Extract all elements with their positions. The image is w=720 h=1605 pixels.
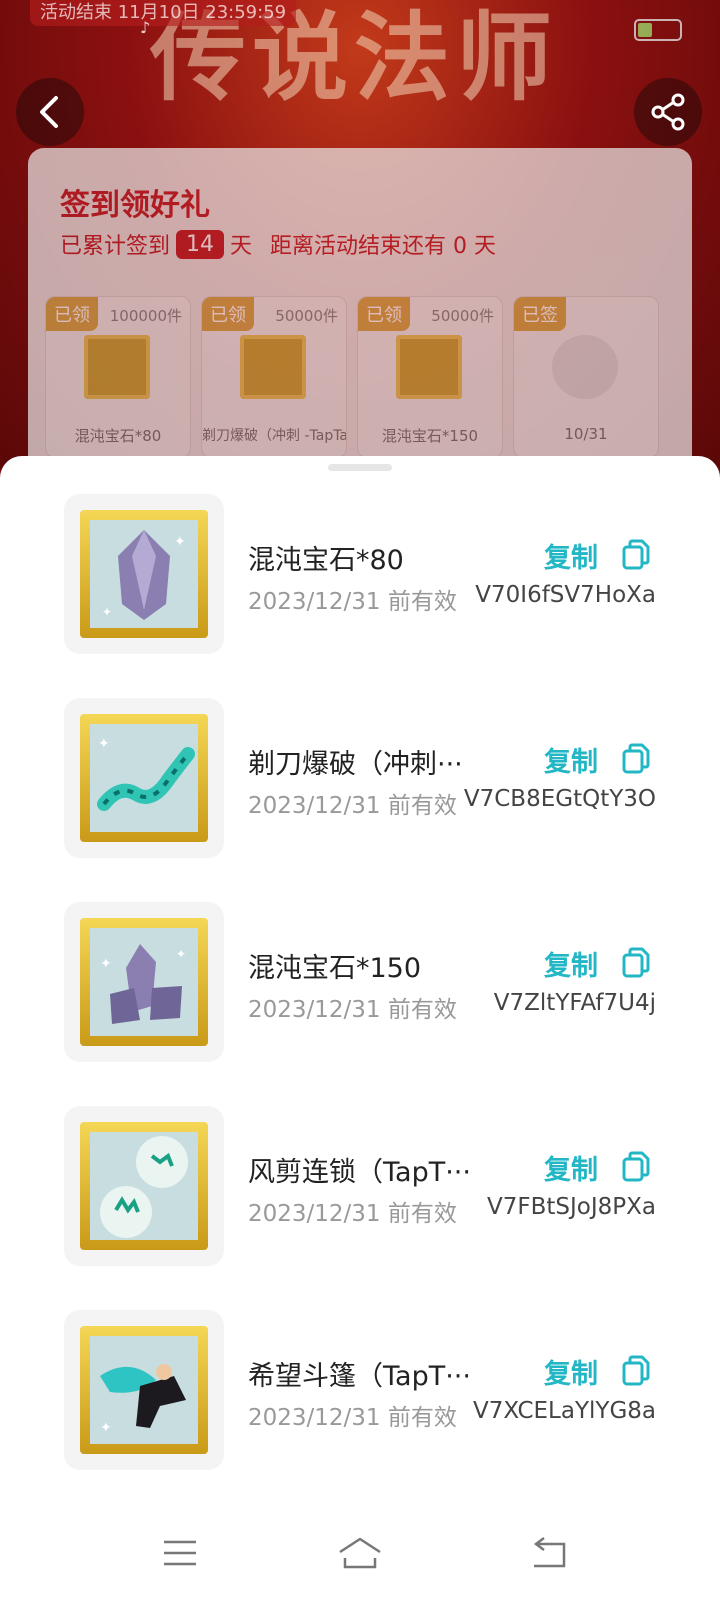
copy-icon[interactable] xyxy=(620,1354,652,1386)
checkin-day-unit: 天 xyxy=(230,234,253,259)
reward-count: 50000件 xyxy=(275,307,338,325)
sheet-drag-handle[interactable] xyxy=(328,464,392,471)
wind-shear-icon xyxy=(100,1136,188,1238)
checkin-title: 签到领好礼 xyxy=(60,188,210,223)
razor-blast-icon xyxy=(240,335,306,399)
back-icon xyxy=(40,96,58,128)
item-name: 混沌宝石*150 xyxy=(248,953,422,984)
svg-text:✦: ✦ xyxy=(102,605,112,619)
reward-card[interactable]: 已领 100000件 混沌宝石*80 xyxy=(45,296,191,458)
chaos-gem-icon: ✦ ✦ xyxy=(102,530,186,620)
hope-cloak-icon: ✦ xyxy=(100,1364,186,1436)
chaos-gem-cluster-icon xyxy=(396,335,462,399)
code-row: ✦ ✦ 混沌宝石*150 复制 2023/12/31 前有效 V7ZltYFAf… xyxy=(0,902,720,1062)
back-nav-button[interactable] xyxy=(520,1530,580,1576)
checkin-prefix: 已累计签到 xyxy=(60,234,171,259)
reward-card[interactable]: 已领 50000件 混沌宝石*150 xyxy=(357,296,503,458)
reward-tag: 已领 xyxy=(46,297,98,331)
expiry-text: 2023/12/31 前有效 xyxy=(248,1405,457,1431)
item-name: 混沌宝石*80 xyxy=(248,545,404,576)
copy-button[interactable]: 复制 xyxy=(544,1148,598,1187)
svg-text:✦: ✦ xyxy=(100,956,112,972)
expiry-text: 2023/12/31 前有效 xyxy=(248,997,457,1023)
copy-icon[interactable] xyxy=(620,742,652,774)
reward-date: 10/31 xyxy=(564,425,608,443)
expiry-text: 2023/12/31 前有效 xyxy=(248,589,457,615)
share-button[interactable] xyxy=(634,78,702,146)
redeem-code: V7XCELaYlYG8a xyxy=(473,1398,656,1424)
item-thumbnail xyxy=(64,1106,224,1266)
reward-count: 100000件 xyxy=(109,307,182,325)
menu-icon xyxy=(164,1540,196,1566)
item-thumbnail: ✦ ✦ xyxy=(64,494,224,654)
redeem-code: V7FBtSJoJ8PXa xyxy=(487,1194,656,1220)
chaos-gem-cluster-icon: ✦ ✦ xyxy=(100,944,186,1024)
item-name: 风剪连锁（TapT··· xyxy=(248,1157,471,1188)
home-button[interactable] xyxy=(330,1530,390,1576)
locked-reward-icon xyxy=(552,335,618,399)
reward-name: 混沌宝石*80 xyxy=(74,427,162,445)
svg-text:✦: ✦ xyxy=(174,534,186,550)
checkin-summary: 已累计签到 14 天 距离活动结束还有 0 天 xyxy=(60,228,496,260)
expiry-text: 2023/12/31 前有效 xyxy=(248,1201,457,1227)
copy-button[interactable]: 复制 xyxy=(544,536,598,575)
item-thumbnail: ✦ xyxy=(64,698,224,858)
code-row: ✦ 剃刀爆破（冲刺··· 复制 2023/12/31 前有效 V7CB8EGtQ… xyxy=(0,698,720,858)
menu-button[interactable] xyxy=(150,1530,210,1576)
svg-text:✦: ✦ xyxy=(100,1420,112,1436)
back-nav-icon xyxy=(533,1537,566,1568)
event-end-countdown: 活动结束 11月10日 23:59:59 xyxy=(30,0,297,26)
svg-text:✦: ✦ xyxy=(176,947,186,961)
reward-card[interactable]: 已领 50000件 剃刀爆破（冲刺 -TapTap联动… xyxy=(201,296,347,458)
copy-icon[interactable] xyxy=(620,1150,652,1182)
copy-icon[interactable] xyxy=(620,538,652,570)
code-row: ✦ ✦ 混沌宝石*80 复制 2023/12/31 前有效 V70I6fSV7H… xyxy=(0,494,720,654)
redeem-code: V7CB8EGtQtY3O xyxy=(463,786,656,812)
reward-name: 剃刀爆破（冲刺 -TapTap联动… xyxy=(202,428,346,444)
share-icon xyxy=(651,93,685,131)
copy-icon[interactable] xyxy=(620,946,652,978)
item-thumbnail: ✦ ✦ xyxy=(64,902,224,1062)
code-row: ✦ 希望斗篷（TapT··· 复制 2023/12/31 前有效 V7XCELa… xyxy=(0,1310,720,1470)
razor-blast-icon: ✦ xyxy=(97,736,195,811)
redeem-code: V7ZltYFAf7U4j xyxy=(493,990,656,1016)
item-name: 剃刀爆破（冲刺··· xyxy=(248,749,463,780)
battery-icon xyxy=(634,19,682,41)
reward-count: 50000件 xyxy=(431,307,494,325)
reward-card[interactable]: 已签 10/31 xyxy=(513,296,659,458)
code-row: 风剪连锁（TapT··· 复制 2023/12/31 前有效 V7FBtSJoJ… xyxy=(0,1106,720,1266)
copy-button[interactable]: 复制 xyxy=(544,740,598,779)
svg-text:✦: ✦ xyxy=(98,736,110,752)
back-button[interactable] xyxy=(16,78,84,146)
checkin-days-badge: 14 xyxy=(176,229,225,259)
reward-tag: 已领 xyxy=(202,297,254,331)
item-thumbnail: ✦ xyxy=(64,1310,224,1470)
copy-button[interactable]: 复制 xyxy=(544,1352,598,1391)
checkin-remaining: 距离活动结束还有 0 天 xyxy=(270,234,497,259)
item-name: 希望斗篷（TapT··· xyxy=(248,1361,471,1392)
home-icon xyxy=(339,1537,381,1569)
redeem-code-sheet: ✦ ✦ 混沌宝石*80 复制 2023/12/31 前有效 V70I6fSV7H… xyxy=(0,456,720,1605)
expiry-text: 2023/12/31 前有效 xyxy=(248,793,457,819)
tiktok-icon: ♪ xyxy=(140,18,151,37)
system-nav-bar xyxy=(0,1500,720,1605)
reward-tag: 已领 xyxy=(358,297,410,331)
checkin-card: 签到领好礼 已累计签到 14 天 距离活动结束还有 0 天 已领 100000件… xyxy=(28,148,692,478)
reward-tag: 已签 xyxy=(514,297,566,331)
redeem-code: V70I6fSV7HoXa xyxy=(475,582,656,608)
reward-name: 混沌宝石*150 xyxy=(381,427,479,445)
chaos-gem-icon xyxy=(84,335,150,399)
copy-button[interactable]: 复制 xyxy=(544,944,598,983)
